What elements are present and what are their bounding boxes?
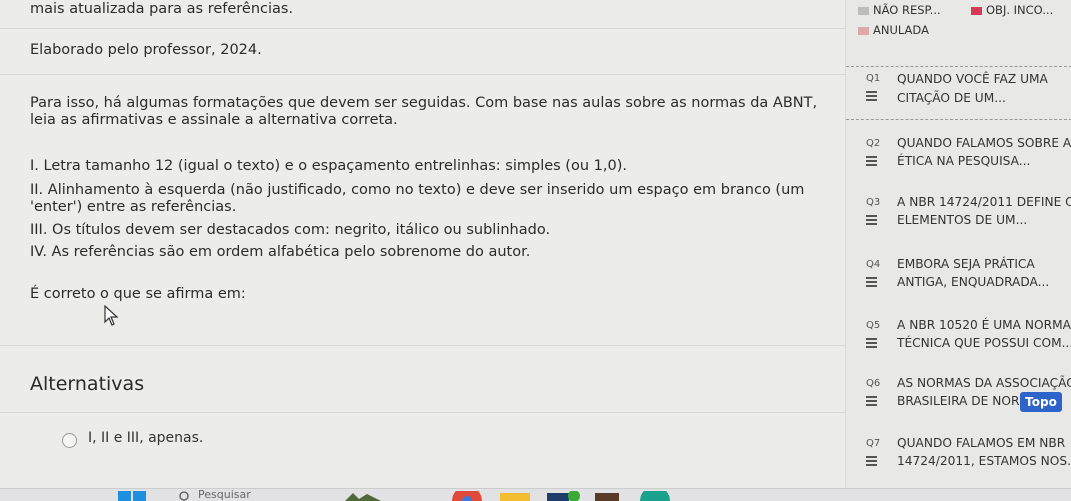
question-stem-line1: Para isso, há algumas formatações que de…: [30, 95, 818, 111]
search-placeholder: Pesquisar: [198, 488, 251, 501]
mouse-cursor-icon: [104, 305, 119, 326]
list-icon: [866, 91, 877, 103]
question-title-line1: A NBR 10520 É UMA NORMA: [897, 318, 1071, 332]
list-icon: [866, 396, 877, 408]
question-number: Q4: [866, 259, 881, 270]
question-item-q7[interactable]: Q7 QUANDO FALAMOS EM NBR 14724/2011, EST…: [846, 436, 1071, 488]
legend-swatch: [971, 6, 982, 15]
question-title-line1: QUANDO FALAMOS SOBRE A: [897, 136, 1071, 150]
question-item-q5[interactable]: Q5 A NBR 10520 É UMA NORMA TÉCNICA QUE P…: [846, 318, 1071, 370]
question-item-q3[interactable]: Q3 A NBR 14724/2011 DEFINE OS ELEMENTOS …: [846, 195, 1071, 247]
statement-1: I. Letra tamanho 12 (igual o texto) e o …: [30, 158, 627, 174]
question-item-q4[interactable]: Q4 EMBORA SEJA PRÁTICA ANTIGA, ENQUADRAD…: [846, 257, 1071, 309]
list-icon: [866, 277, 877, 289]
statement-3: III. Os títulos devem ser destacados com…: [30, 222, 551, 238]
legend-cancelled: ANULADA: [858, 23, 929, 37]
legend-label: ANULADA: [873, 23, 929, 37]
question-number: Q3: [866, 197, 881, 208]
question-title-line2: ANTIGA, ENQUADRADA...: [897, 275, 1050, 289]
question-stem-line2: leia as afirmativas e assinale a alterna…: [30, 112, 398, 128]
legend-label: NÃO RESP...: [873, 3, 941, 17]
source-text: mais atualizada para as referências.: [30, 1, 294, 17]
list-icon: [866, 156, 877, 168]
search-icon: [179, 491, 189, 501]
divider: [0, 345, 845, 346]
legend-not-answered: NÃO RESP...: [858, 3, 941, 17]
taskbar: Pesquisar: [0, 488, 1071, 501]
question-title-line2: ELEMENTOS DE UM...: [897, 213, 1028, 227]
legend-swatch: [858, 26, 869, 35]
question-title-line2: 14724/2011, ESTAMOS NOS...: [897, 454, 1071, 468]
source-citation: Elaborado pelo professor, 2024.: [30, 42, 262, 58]
statement-4: IV. As referências são em ordem alfabéti…: [30, 244, 531, 260]
list-icon: [866, 338, 877, 350]
question-title-line1: A NBR 14724/2011 DEFINE OS: [897, 195, 1071, 209]
question-title-line1: QUANDO VOCÊ FAZ UMA: [897, 72, 1048, 86]
question-number: Q5: [866, 320, 881, 331]
question-number: Q1: [866, 73, 881, 84]
question-navigator: NÃO RESP... OBJ. INCO... ANULADA Q1 QUAN…: [845, 0, 1071, 488]
alternative-label[interactable]: I, II e III, apenas.: [88, 430, 203, 446]
question-number: Q7: [866, 438, 881, 449]
statement-2-line2: 'enter') entre as referências.: [30, 199, 237, 215]
alternatives-title: Alternativas: [30, 373, 145, 395]
divider: [0, 412, 845, 413]
divider: [0, 74, 845, 75]
question-item-q2[interactable]: Q2 QUANDO FALAMOS SOBRE A ÉTICA NA PESQU…: [846, 136, 1071, 188]
question-number: Q6: [866, 378, 881, 389]
question-title-line2: CITAÇÃO DE UM...: [897, 91, 1006, 105]
legend-objective-incorrect: OBJ. INCO...: [971, 3, 1053, 17]
radio-button[interactable]: [62, 433, 77, 448]
question-title-line1: EMBORA SEJA PRÁTICA: [897, 257, 1035, 271]
question-title-line2: TÉCNICA QUE POSSUI COM...: [897, 336, 1071, 350]
legend-label: OBJ. INCO...: [986, 3, 1054, 17]
divider: [0, 28, 845, 29]
question-content: mais atualizada para as referências. Ela…: [0, 0, 845, 488]
statement-2-line1: II. Alinhamento à esquerda (não justific…: [30, 182, 805, 198]
list-icon: [866, 456, 877, 468]
question-title-line1: AS NORMAS DA ASSOCIAÇÃO: [897, 376, 1071, 390]
question-item-q1[interactable]: Q1 QUANDO VOCÊ FAZ UMA CITAÇÃO DE UM...: [846, 66, 1071, 120]
question-prompt: É correto o que se afirma em:: [30, 286, 246, 302]
legend-swatch: [858, 6, 869, 15]
list-icon: [866, 215, 877, 227]
back-to-top-button[interactable]: Topo: [1020, 392, 1062, 412]
question-number: Q2: [866, 138, 881, 149]
question-title-line2: ÉTICA NA PESQUISA...: [897, 154, 1031, 168]
search-box[interactable]: Pesquisar: [170, 488, 305, 501]
question-title-line1: QUANDO FALAMOS EM NBR: [897, 436, 1066, 450]
